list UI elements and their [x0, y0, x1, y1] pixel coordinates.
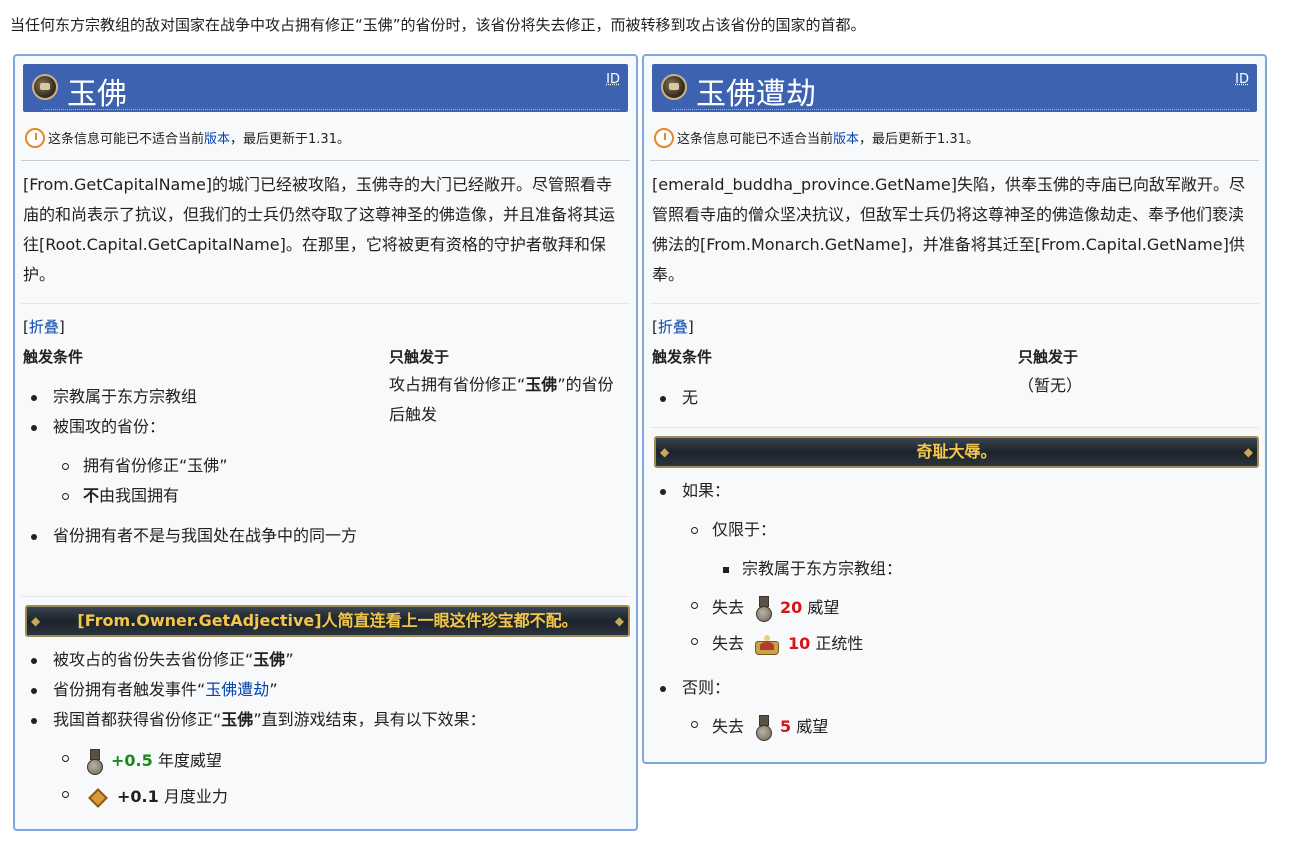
header-divider — [672, 109, 1249, 110]
list-item: 仅限于： — [690, 515, 776, 545]
event-card-emerald-buddha-stolen: 玉佛遭劫 ID 这条信息可能已不适合当前版本，最后更新于1.31。 [emera… — [642, 54, 1267, 764]
header-divider — [43, 109, 620, 110]
option-effects: 被攻占的省份失去省份修正“玉佛” 省份拥有者触发事件“玉佛遭劫” 我国首都获得省… — [31, 645, 486, 735]
sub-options: 仅限于： — [690, 515, 776, 545]
event-title: 玉佛 — [67, 77, 127, 112]
fold-toggle: [折叠] — [23, 318, 65, 336]
divider — [21, 160, 630, 161]
event-title: 玉佛遭劫 — [696, 77, 816, 112]
id-link[interactable]: ID — [1235, 72, 1249, 87]
event-description: [From.GetCapitalName]的城门已经被攻陷，玉佛寺的大门已经敞开… — [23, 175, 616, 284]
outdated-clock-icon — [654, 128, 674, 148]
list-item: 被攻占的省份失去省份修正“玉佛” — [31, 645, 486, 675]
list-item: 不由我国拥有 — [62, 481, 228, 511]
option-banner[interactable]: [From.Owner.GetAdjective]人简直连看上一眼这件珍宝都不配… — [25, 605, 630, 637]
if-effects: 失去 20 威望 失去 10 正统性 — [690, 590, 863, 662]
version-notice: 这条信息可能已不适合当前版本，最后更新于1.31。 — [654, 128, 979, 148]
id-link[interactable]: ID — [606, 72, 620, 87]
sub-conditions: 拥有省份修正“玉佛” 不由我国拥有 — [62, 451, 228, 511]
notice-text: 这条信息可能已不适合当前 — [48, 132, 205, 147]
list-item: 我国首都获得省份修正“玉佛”直到游戏结束，具有以下效果： — [31, 705, 486, 735]
legitimacy-crown-icon — [754, 633, 780, 657]
list-item: 宗教属于东方宗教组 — [30, 382, 197, 412]
only-trigger-text: （暂无） — [1018, 376, 1083, 395]
event-icon — [32, 74, 58, 100]
only-trigger-heading: 只触发于 — [1018, 348, 1079, 366]
trigger-conditions-2: 省份拥有者不是与我国处在战争中的同一方 — [31, 521, 378, 551]
list-item: 被围攻的省份： — [30, 412, 197, 442]
list-item: +0.1 月度业力 — [62, 779, 228, 815]
fold-toggle: [折叠] — [652, 318, 694, 336]
card-header: 玉佛遭劫 ID — [652, 64, 1257, 112]
outdated-clock-icon — [25, 128, 45, 148]
divider — [21, 303, 630, 304]
list-item: +0.5 年度威望 — [62, 743, 228, 779]
option-effects: 如果： — [659, 476, 730, 506]
limit-conditions: 宗教属于东方宗教组： — [722, 554, 902, 584]
divider — [650, 303, 1259, 304]
prestige-medal-icon — [756, 595, 773, 622]
event-icon — [661, 74, 687, 100]
modifier-effects: +0.5 年度威望 +0.1 月度业力 — [62, 743, 228, 815]
notice-text-end: ，最后更新于1.31。 — [859, 132, 979, 147]
list-item: 无 — [659, 383, 698, 413]
karma-knot-icon — [87, 786, 109, 810]
trigger-heading: 触发条件 — [652, 348, 713, 366]
list-item: 宗教属于东方宗教组： — [722, 554, 902, 584]
list-item: 失去 20 威望 — [690, 590, 863, 626]
notice-text-end: ，最后更新于1.31。 — [230, 132, 350, 147]
list-item: 失去 10 正统性 — [690, 626, 863, 662]
list-item: 拥有省份修正“玉佛” — [62, 451, 228, 481]
version-link[interactable]: 版本 — [204, 132, 230, 147]
list-item: 否则： — [659, 673, 730, 703]
else-effects: 失去 5 威望 — [690, 709, 828, 745]
divider — [650, 427, 1259, 428]
version-link[interactable]: 版本 — [833, 132, 859, 147]
version-notice: 这条信息可能已不适合当前版本，最后更新于1.31。 — [25, 128, 350, 148]
divider — [650, 160, 1259, 161]
only-trigger-text: 攻占拥有省份修正“玉佛”的省份后触发 — [389, 375, 614, 424]
list-item: 如果： — [659, 476, 730, 506]
prestige-medal-icon — [87, 748, 103, 775]
trigger-conditions: 宗教属于东方宗教组 被围攻的省份： — [30, 382, 197, 442]
intro-text: 当任何东方宗教组的敌对国家在战争中攻占拥有修正“玉佛”的省份时，该省份将失去修正… — [10, 16, 866, 34]
event-link[interactable]: 玉佛遭劫 — [205, 680, 269, 699]
only-trigger-heading: 只触发于 — [389, 348, 450, 366]
fold-link[interactable]: 折叠 — [29, 318, 59, 336]
event-description: [emerald_buddha_province.GetName]失陷，供奉玉佛… — [652, 175, 1245, 284]
prestige-medal-icon — [756, 714, 773, 741]
event-card-emerald-buddha: 玉佛 ID 这条信息可能已不适合当前版本，最后更新于1.31。 [From.Ge… — [13, 54, 638, 831]
option-banner[interactable]: 奇耻大辱。 — [654, 436, 1259, 468]
list-item: 省份拥有者不是与我国处在战争中的同一方 — [31, 521, 378, 551]
divider — [21, 596, 630, 597]
list-item: 失去 5 威望 — [690, 709, 828, 745]
notice-text: 这条信息可能已不适合当前 — [677, 132, 834, 147]
trigger-conditions: 无 — [659, 383, 698, 413]
card-header: 玉佛 ID — [23, 64, 628, 112]
trigger-heading: 触发条件 — [23, 348, 84, 366]
list-item: 省份拥有者触发事件“玉佛遭劫” — [31, 675, 486, 705]
fold-link[interactable]: 折叠 — [658, 318, 688, 336]
else-branch: 否则： — [659, 673, 730, 703]
